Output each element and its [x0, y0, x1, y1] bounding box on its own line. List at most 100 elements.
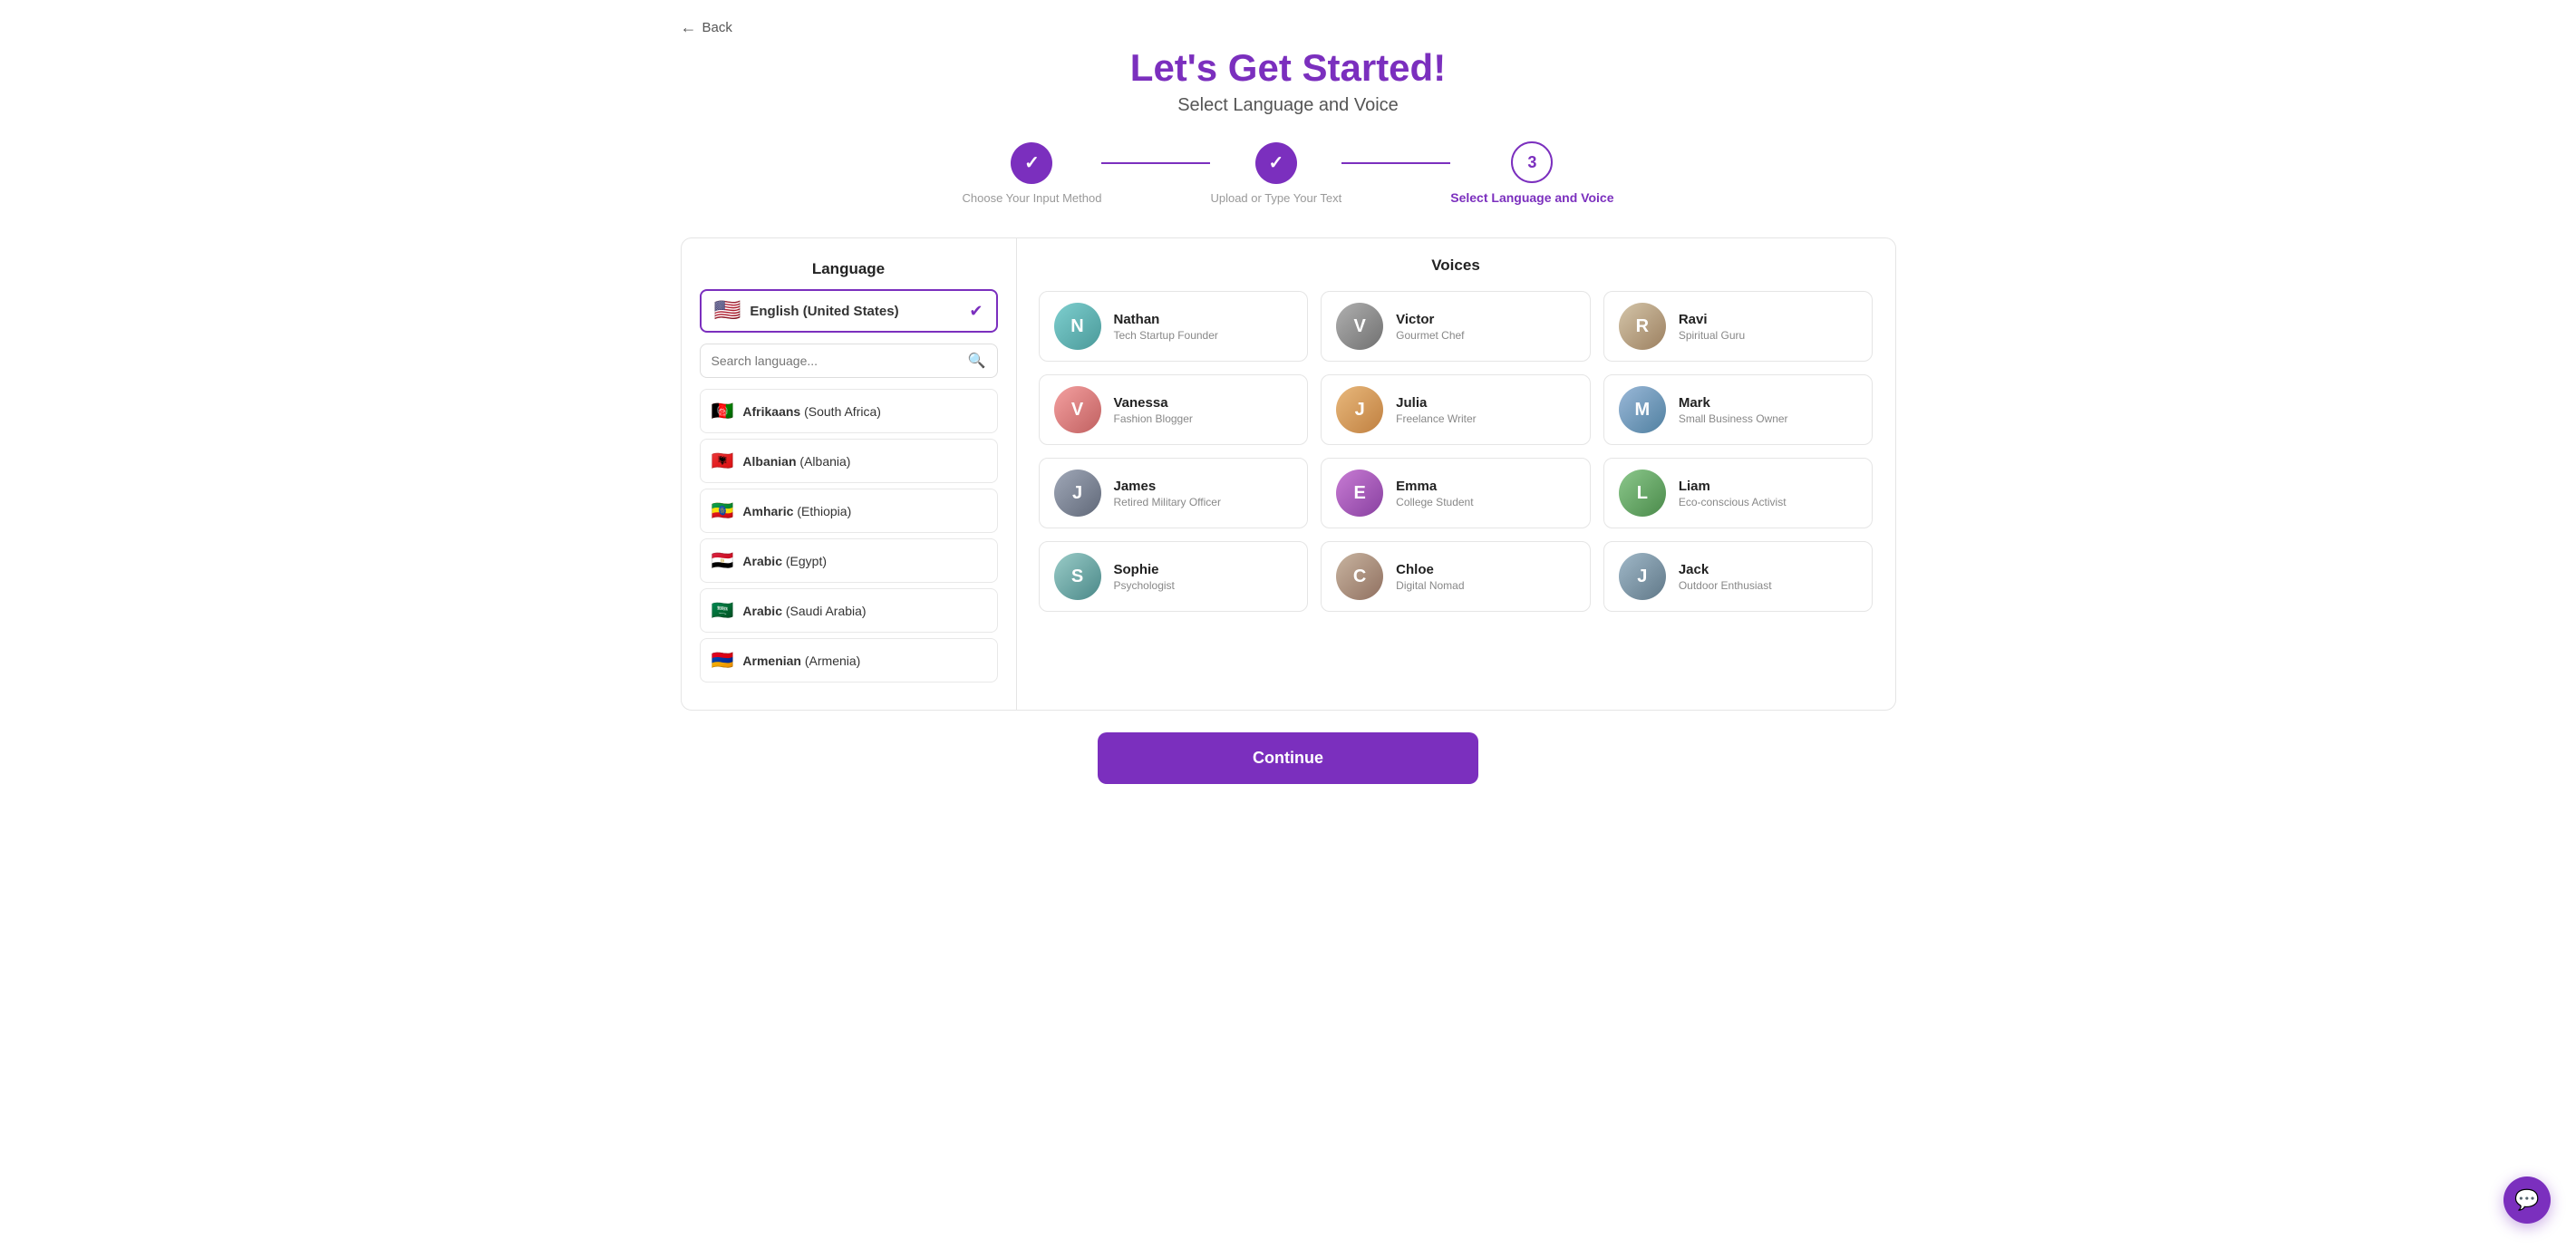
voice-info: Mark Small Business Owner	[1679, 395, 1788, 425]
language-panel: Language 🇺🇸 English (United States) ✔ 🔍 …	[682, 238, 1017, 710]
voice-avatar-placeholder: M	[1634, 400, 1650, 421]
step-3-label: Select Language and Voice	[1450, 190, 1613, 205]
voice-role: College Student	[1396, 496, 1473, 508]
selected-lang-name-bold: English	[750, 304, 799, 319]
voice-card[interactable]: J Julia Freelance Writer	[1321, 374, 1591, 445]
voice-avatar-placeholder: C	[1353, 566, 1366, 587]
chat-bubble-icon: 💬	[2514, 1188, 2539, 1212]
voice-card[interactable]: S Sophie Psychologist	[1039, 541, 1309, 612]
voice-role: Spiritual Guru	[1679, 329, 1745, 342]
voice-role: Digital Nomad	[1396, 579, 1464, 592]
voice-avatar-placeholder: S	[1071, 566, 1083, 587]
voice-card[interactable]: R Ravi Spiritual Guru	[1603, 291, 1874, 362]
lang-item-label: Amharic (Ethiopia)	[742, 504, 851, 518]
language-list-item[interactable]: 🇦🇱 Albanian (Albania)	[700, 439, 998, 483]
voice-name: James	[1114, 479, 1221, 494]
voice-avatar: N	[1054, 303, 1101, 350]
step-2-label: Upload or Type Your Text	[1210, 191, 1341, 205]
voice-info: Jack Outdoor Enthusiast	[1679, 562, 1772, 592]
lang-flag: 🇪🇬	[712, 549, 734, 572]
selected-flag: 🇺🇸	[714, 300, 741, 322]
voices-panel: Voices N Nathan Tech Startup Founder V V…	[1017, 238, 1895, 710]
voice-avatar: C	[1336, 553, 1383, 600]
voice-role: Retired Military Officer	[1114, 496, 1221, 508]
lang-item-label: Arabic (Saudi Arabia)	[742, 604, 866, 618]
back-arrow-icon: ←	[681, 18, 697, 37]
voice-name: Julia	[1396, 395, 1476, 411]
voice-role: Freelance Writer	[1396, 412, 1476, 425]
step-2-circle: ✓	[1255, 142, 1297, 184]
page-wrapper: ← Back Let's Get Started! Select Languag…	[644, 0, 1932, 820]
stepper: ✓ Choose Your Input Method ✓ Upload or T…	[681, 141, 1896, 205]
voice-info: James Retired Military Officer	[1114, 479, 1221, 508]
lang-item-label: Albanian (Albania)	[742, 454, 850, 469]
voice-role: Eco-conscious Activist	[1679, 496, 1787, 508]
voice-role: Outdoor Enthusiast	[1679, 579, 1772, 592]
voice-card[interactable]: V Victor Gourmet Chef	[1321, 291, 1591, 362]
language-list-item[interactable]: 🇦🇫 Afrikaans (South Africa)	[700, 389, 998, 433]
voices-grid: N Nathan Tech Startup Founder V Victor G…	[1039, 291, 1874, 612]
voice-name: Liam	[1679, 479, 1787, 494]
voice-card[interactable]: E Emma College Student	[1321, 458, 1591, 528]
voice-avatar-placeholder: V	[1353, 316, 1365, 337]
voice-avatar-placeholder: V	[1071, 400, 1083, 421]
voice-role: Psychologist	[1114, 579, 1175, 592]
selected-language[interactable]: 🇺🇸 English (United States) ✔	[700, 289, 998, 333]
continue-bar: Continue	[681, 732, 1896, 784]
page-title: Let's Get Started!	[681, 46, 1896, 90]
lang-flag: 🇦🇫	[712, 400, 734, 422]
step-3: 3 Select Language and Voice	[1450, 141, 1613, 205]
lang-flag: 🇸🇦	[712, 599, 734, 622]
voice-card[interactable]: V Vanessa Fashion Blogger	[1039, 374, 1309, 445]
step-connector-2	[1341, 162, 1450, 164]
selected-check-icon: ✔	[969, 302, 983, 321]
voice-avatar: J	[1336, 386, 1383, 433]
language-list-item[interactable]: 🇦🇲 Armenian (Armenia)	[700, 638, 998, 683]
step-3-circle: 3	[1511, 141, 1553, 183]
voice-card[interactable]: J Jack Outdoor Enthusiast	[1603, 541, 1874, 612]
page-subtitle: Select Language and Voice	[681, 95, 1896, 116]
lang-item-label: Armenian (Armenia)	[742, 654, 860, 668]
language-list-item[interactable]: 🇸🇦 Arabic (Saudi Arabia)	[700, 588, 998, 633]
voice-card[interactable]: J James Retired Military Officer	[1039, 458, 1309, 528]
voice-avatar: R	[1619, 303, 1666, 350]
voice-role: Small Business Owner	[1679, 412, 1788, 425]
voice-avatar-placeholder: N	[1070, 316, 1083, 337]
voice-avatar: L	[1619, 470, 1666, 517]
voice-info: Emma College Student	[1396, 479, 1473, 508]
voice-card[interactable]: N Nathan Tech Startup Founder	[1039, 291, 1309, 362]
voice-card[interactable]: C Chloe Digital Nomad	[1321, 541, 1591, 612]
lang-flag: 🇪🇹	[712, 499, 734, 522]
language-list-item[interactable]: 🇪🇬 Arabic (Egypt)	[700, 538, 998, 583]
voice-info: Ravi Spiritual Guru	[1679, 312, 1745, 342]
voice-info: Chloe Digital Nomad	[1396, 562, 1464, 592]
voice-avatar: S	[1054, 553, 1101, 600]
search-icon: 🔍	[968, 352, 986, 370]
voices-grid-scroll: N Nathan Tech Startup Founder V Victor G…	[1039, 291, 1874, 612]
main-content: Language 🇺🇸 English (United States) ✔ 🔍 …	[681, 237, 1896, 711]
voice-role: Tech Startup Founder	[1114, 329, 1218, 342]
voice-card[interactable]: L Liam Eco-conscious Activist	[1603, 458, 1874, 528]
chat-bubble-button[interactable]: 💬	[2503, 1176, 2551, 1224]
voice-role: Gourmet Chef	[1396, 329, 1464, 342]
search-box: 🔍	[700, 344, 998, 378]
voices-panel-title: Voices	[1039, 257, 1874, 275]
back-button[interactable]: ← Back	[681, 18, 732, 37]
voice-info: Julia Freelance Writer	[1396, 395, 1476, 425]
search-input[interactable]	[712, 353, 961, 368]
step-2: ✓ Upload or Type Your Text	[1210, 142, 1341, 205]
voice-card[interactable]: M Mark Small Business Owner	[1603, 374, 1874, 445]
voice-avatar: V	[1054, 386, 1101, 433]
language-list-item[interactable]: 🇪🇹 Amharic (Ethiopia)	[700, 489, 998, 533]
voice-name: Ravi	[1679, 312, 1745, 327]
voice-name: Mark	[1679, 395, 1788, 411]
voice-info: Victor Gourmet Chef	[1396, 312, 1464, 342]
lang-flag: 🇦🇱	[712, 450, 734, 472]
voice-info: Liam Eco-conscious Activist	[1679, 479, 1787, 508]
step-1-label: Choose Your Input Method	[963, 191, 1102, 205]
lang-item-label: Arabic (Egypt)	[742, 554, 827, 568]
step-1-circle: ✓	[1011, 142, 1052, 184]
voice-avatar: J	[1054, 470, 1101, 517]
continue-button[interactable]: Continue	[1098, 732, 1478, 784]
voice-name: Emma	[1396, 479, 1473, 494]
